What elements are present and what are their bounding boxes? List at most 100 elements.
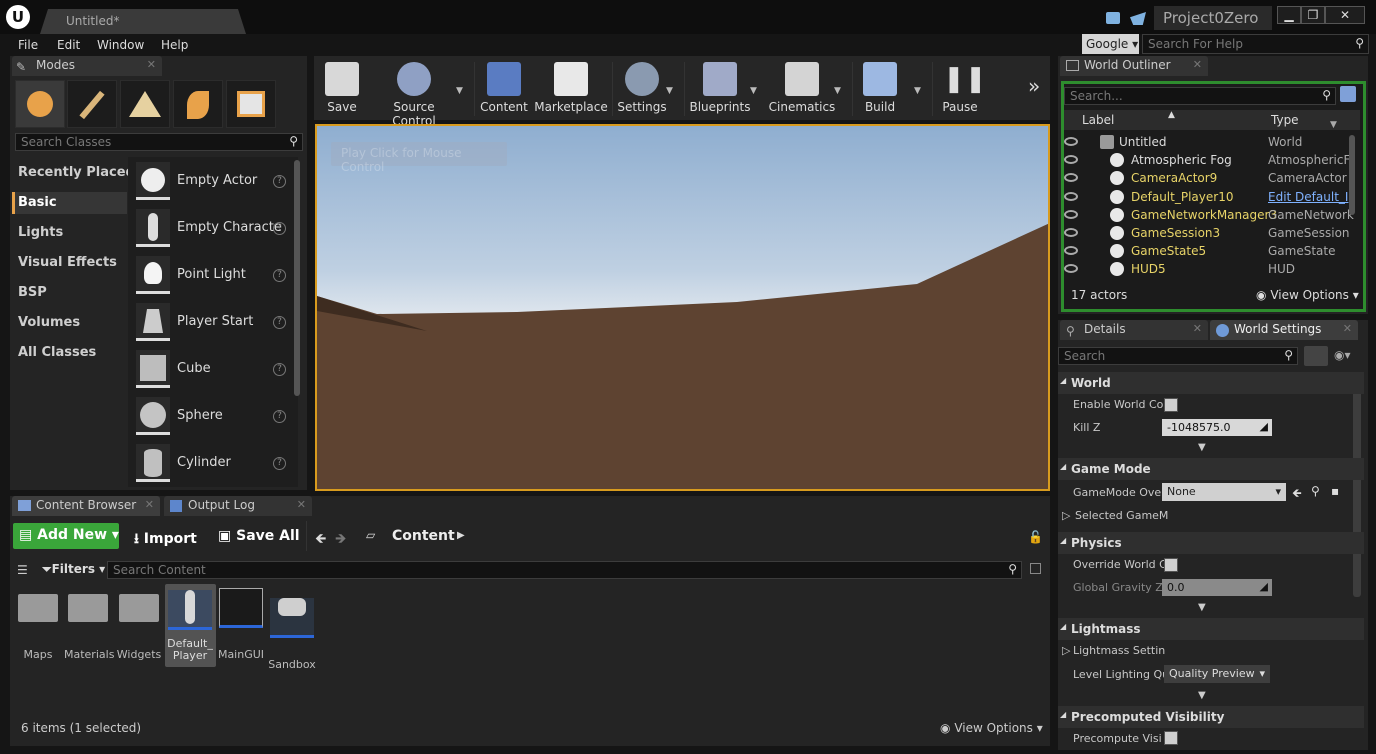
category-lights[interactable]: Lights: [18, 225, 63, 240]
close-icon[interactable]: ✕: [297, 498, 306, 511]
tab-modes[interactable]: Modes ✕: [12, 56, 162, 76]
import-button[interactable]: ⭳ Import: [134, 524, 197, 550]
forward-arrow-icon[interactable]: 🡺: [335, 528, 346, 552]
outliner-row[interactable]: HUD5 HUD: [1064, 261, 1352, 279]
lighting-quality-select[interactable]: Quality Preview ▾: [1164, 665, 1270, 683]
paint-mode-button[interactable]: [67, 80, 117, 128]
visibility-eye-icon[interactable]: [1064, 264, 1078, 274]
asset-widgets[interactable]: Widgets: [115, 588, 163, 661]
item-empty-character[interactable]: Empty Characte: [177, 220, 282, 235]
sources-toggle-icon[interactable]: ☰: [17, 563, 28, 577]
category-volumes[interactable]: Volumes: [18, 315, 80, 330]
expand-advanced-icon[interactable]: ▼: [1198, 442, 1206, 453]
back-arrow-icon[interactable]: 🡸: [315, 528, 326, 552]
menu-file[interactable]: File: [18, 38, 38, 52]
outliner-search-input[interactable]: Search... ⚲: [1064, 87, 1336, 105]
asset-default-player[interactable]: Default_ Player: [166, 588, 214, 662]
close-icon[interactable]: ✕: [145, 498, 154, 511]
lock-icon[interactable]: 🔓: [1028, 530, 1043, 544]
item-sphere[interactable]: Sphere: [177, 408, 223, 423]
item-cube[interactable]: Cube: [177, 361, 211, 376]
expand-lightmass-icon[interactable]: ▷: [1062, 644, 1070, 657]
help-icon[interactable]: ?: [273, 410, 286, 423]
details-search-input[interactable]: Search ⚲: [1058, 347, 1298, 365]
arrow-left-icon[interactable]: 🡸: [1292, 484, 1302, 505]
details-scrollbar[interactable]: [1353, 373, 1361, 597]
gamemode-select[interactable]: None ▾: [1162, 483, 1286, 501]
close-icon[interactable]: ✕: [1343, 322, 1352, 335]
expand-advanced-icon[interactable]: ▼: [1198, 602, 1206, 613]
chat-icon[interactable]: [1106, 12, 1120, 24]
close-icon[interactable]: ✕: [1193, 322, 1202, 335]
category-basic[interactable]: Basic: [18, 195, 57, 210]
asset-materials[interactable]: Materials: [64, 588, 114, 661]
item-point-light[interactable]: Point Light: [177, 267, 246, 282]
content-search-input[interactable]: Search Content ⚲: [107, 561, 1022, 579]
tab-world-outliner[interactable]: World Outliner ✕: [1060, 56, 1208, 76]
place-mode-button[interactable]: [15, 80, 65, 128]
visibility-eye-icon[interactable]: [1064, 137, 1078, 146]
tab-content-browser[interactable]: Content Browser ✕: [12, 496, 160, 516]
blueprints-button[interactable]: Blueprints: [688, 60, 752, 116]
minimize-button[interactable]: ▁: [1277, 6, 1301, 24]
visibility-eye-icon[interactable]: [1064, 228, 1078, 237]
outliner-row[interactable]: GameNetworkManager3 GameNetwork: [1064, 207, 1354, 225]
cinematics-button[interactable]: Cinematics: [768, 60, 836, 116]
add-actor-icon[interactable]: [1340, 86, 1356, 102]
help-icon[interactable]: ?: [273, 222, 286, 235]
outliner-view-options[interactable]: ◉ View Options ▾: [1256, 288, 1359, 302]
outliner-scrollbar[interactable]: [1349, 135, 1355, 215]
help-icon[interactable]: ?: [273, 175, 286, 188]
content-button[interactable]: Content: [480, 60, 528, 116]
document-tab[interactable]: Untitled*: [40, 9, 246, 34]
kill-z-input[interactable]: -1048575.0 ◢: [1162, 419, 1272, 436]
column-label[interactable]: Label: [1082, 113, 1114, 127]
maximize-button[interactable]: ❐: [1301, 6, 1325, 24]
global-gravity-input[interactable]: 0.0 ◢: [1162, 579, 1272, 596]
help-icon[interactable]: ?: [273, 316, 286, 329]
tab-world-settings[interactable]: World Settings ✕: [1210, 320, 1358, 340]
outliner-row[interactable]: GameSession3 GameSession: [1064, 225, 1352, 243]
build-button[interactable]: Build: [858, 60, 902, 116]
menu-help[interactable]: Help: [161, 38, 188, 52]
category-bsp[interactable]: BSP: [18, 285, 47, 300]
settings-button[interactable]: Settings: [616, 60, 668, 116]
category-all-classes[interactable]: All Classes: [18, 345, 96, 360]
section-physics[interactable]: ◢ Physics: [1058, 532, 1364, 554]
outliner-row[interactable]: Atmospheric Fog AtmosphericF: [1064, 152, 1352, 170]
path-content[interactable]: Content: [392, 528, 455, 544]
save-all-button[interactable]: ▣ Save All: [218, 524, 300, 550]
modes-search-input[interactable]: Search Classes ⚲: [15, 133, 303, 151]
visibility-eye-icon[interactable]: [1064, 191, 1078, 201]
item-empty-actor[interactable]: Empty Actor: [177, 173, 257, 188]
asset-sandbox[interactable]: Sandbox: [268, 588, 316, 671]
visibility-eye-icon[interactable]: [1064, 155, 1078, 165]
chevron-down-icon[interactable]: ▼: [1330, 120, 1337, 130]
override-gravity-checkbox[interactable]: [1164, 558, 1178, 572]
outliner-row[interactable]: CameraActor9 CameraActor: [1064, 170, 1352, 188]
chevron-down-icon[interactable]: ▼: [456, 86, 463, 96]
clear-icon[interactable]: ▪: [1331, 484, 1339, 498]
path-chevron-icon[interactable]: ▶: [457, 530, 465, 541]
chevron-down-icon[interactable]: ▼: [666, 86, 673, 96]
filters-button[interactable]: ⏷Filters ▾: [42, 562, 105, 577]
chevron-down-icon[interactable]: ▼: [834, 86, 841, 96]
expand-advanced-icon[interactable]: ▼: [1198, 690, 1206, 701]
help-icon[interactable]: ?: [273, 269, 286, 282]
chevron-down-icon[interactable]: ▼: [750, 86, 757, 96]
toolbar-overflow-icon[interactable]: »: [1028, 74, 1040, 98]
close-icon[interactable]: ✕: [147, 58, 156, 71]
help-icon[interactable]: ?: [273, 457, 286, 470]
level-viewport[interactable]: Play Click for Mouse Control: [315, 124, 1050, 491]
chevron-down-icon[interactable]: ▼: [914, 86, 921, 96]
item-player-start[interactable]: Player Start: [177, 314, 253, 329]
landscape-mode-button[interactable]: [120, 80, 170, 128]
help-search-input[interactable]: Search For Help ⚲: [1142, 34, 1369, 54]
visibility-eye-icon[interactable]: [1064, 209, 1078, 219]
save-search-icon[interactable]: [1030, 563, 1041, 574]
visibility-eye-icon[interactable]: [1064, 246, 1078, 256]
asset-main-gui[interactable]: MainGUI: [217, 588, 265, 661]
section-lightmass[interactable]: ◢ Lightmass: [1058, 618, 1364, 640]
section-game-mode[interactable]: ◢ Game Mode: [1058, 458, 1364, 480]
precompute-visibility-checkbox[interactable]: [1164, 731, 1178, 745]
